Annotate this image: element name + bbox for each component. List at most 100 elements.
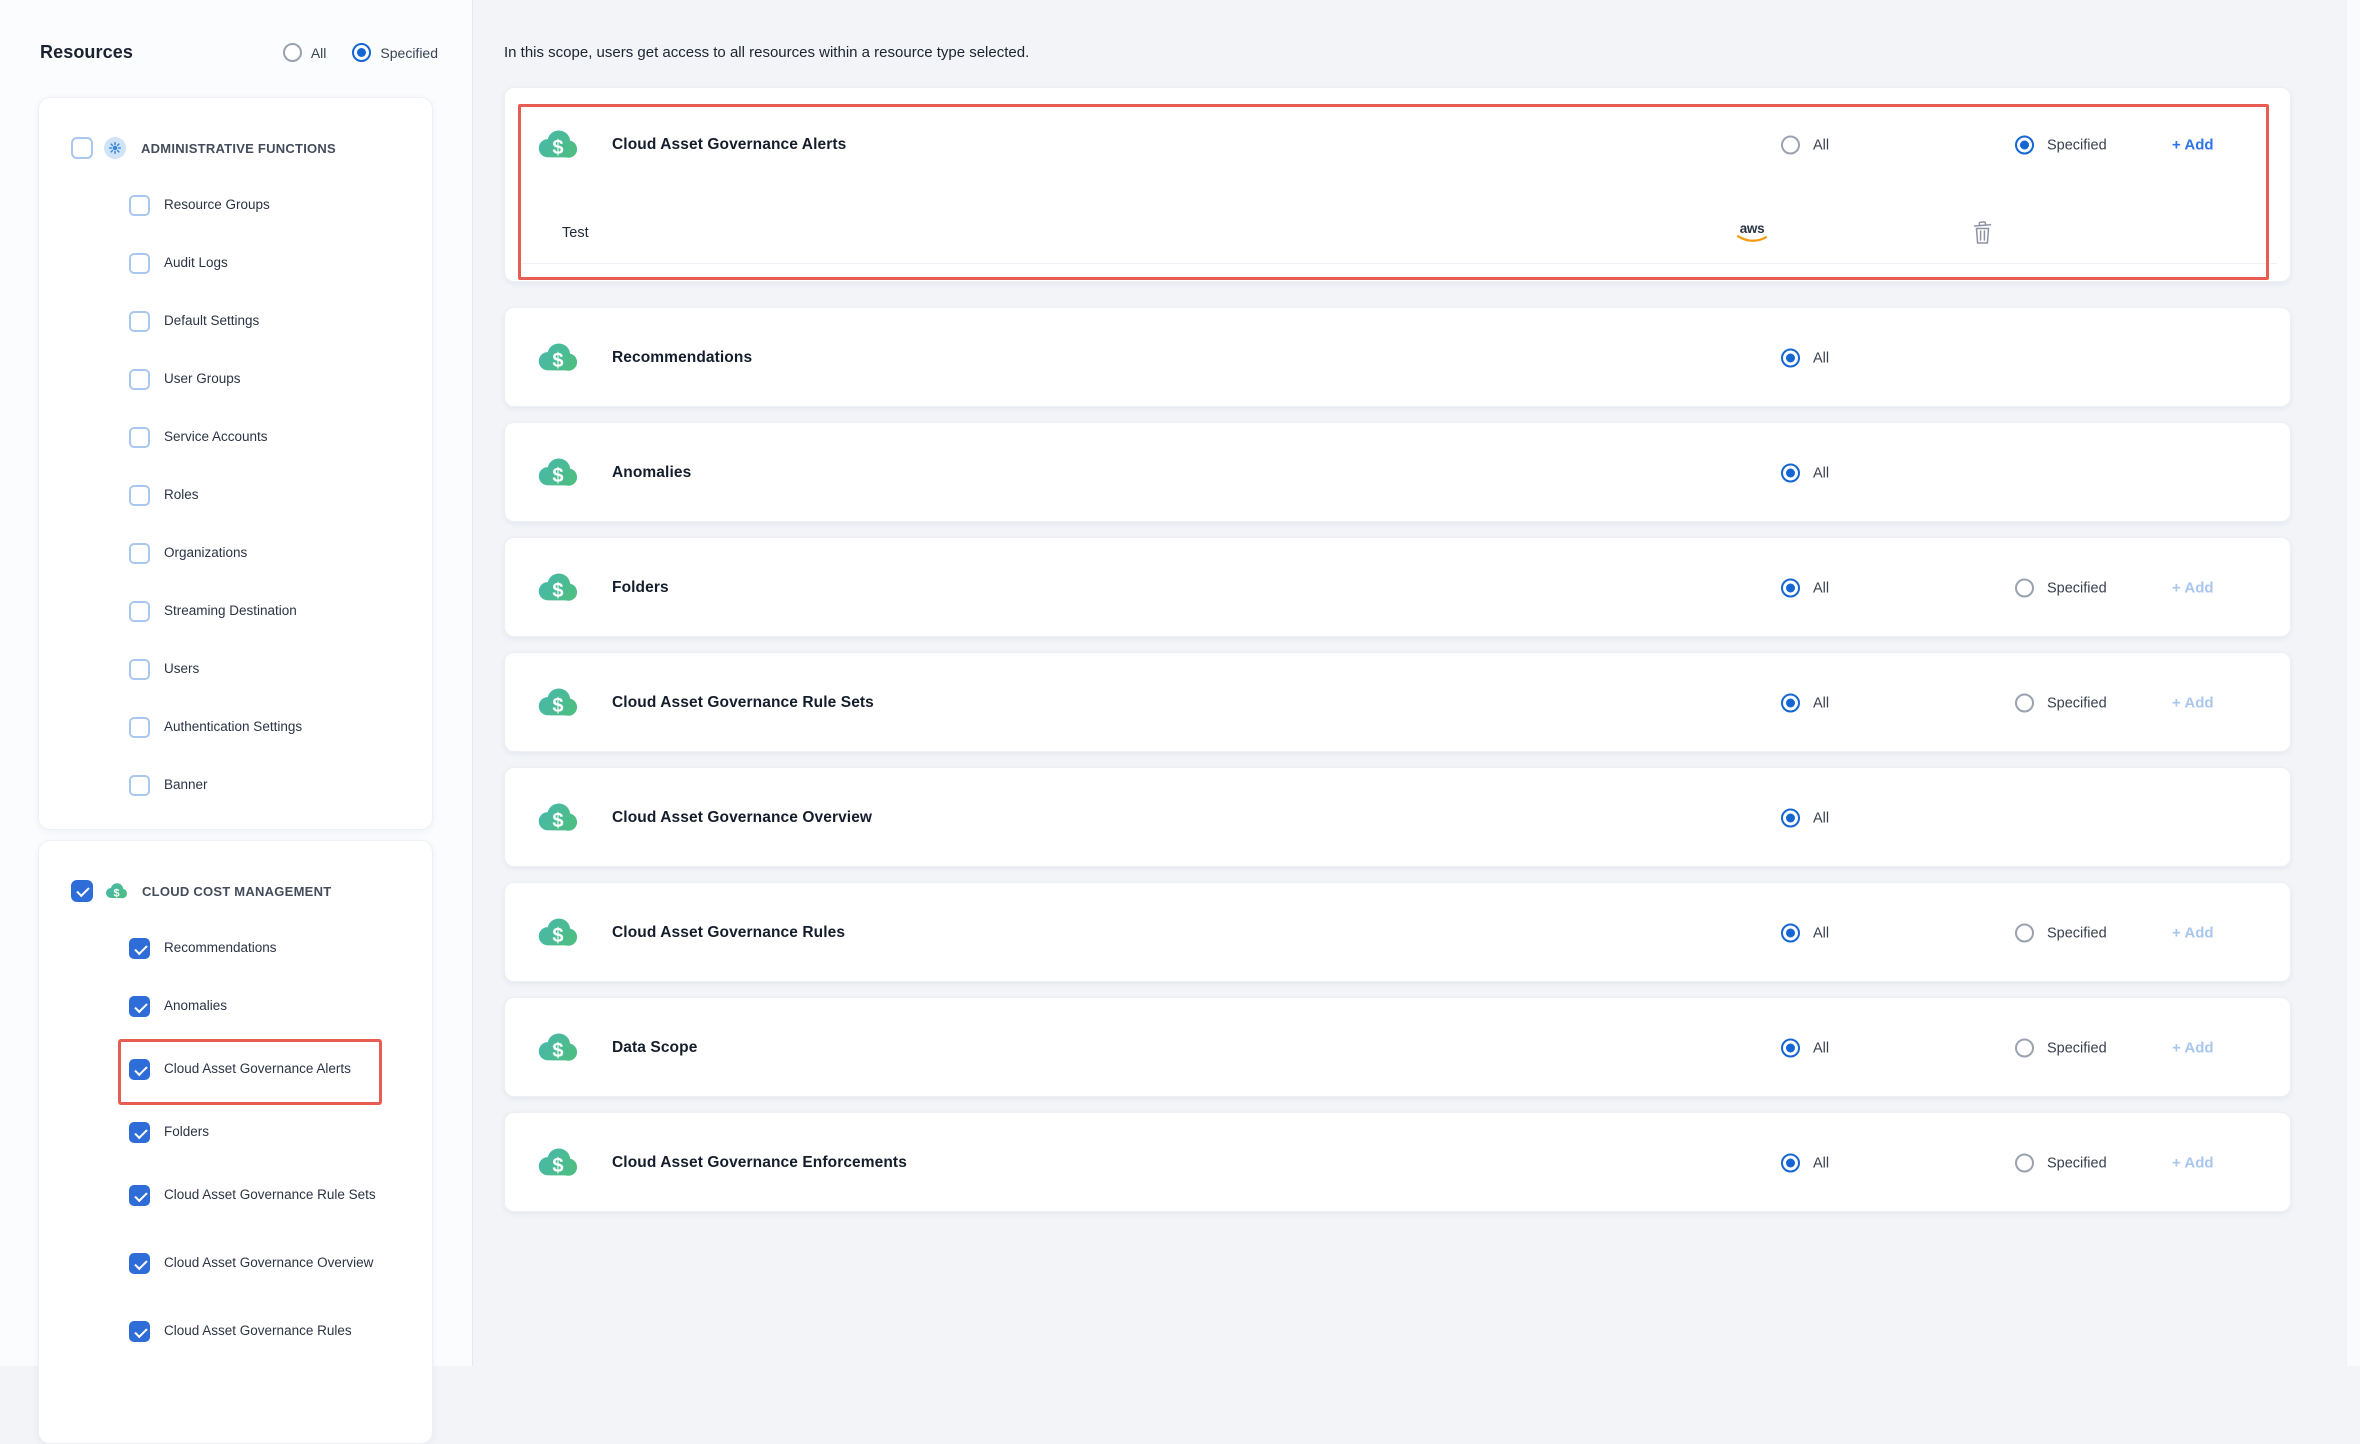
scope-option-all[interactable]: All	[1781, 136, 1829, 155]
checkbox[interactable]	[129, 1122, 150, 1143]
checkbox[interactable]	[129, 427, 150, 448]
add-button[interactable]: + Add	[2172, 925, 2214, 942]
radio-all-icon[interactable]	[1781, 924, 1800, 943]
checkbox[interactable]	[129, 601, 150, 622]
scope-option-all[interactable]: All	[1781, 694, 1829, 713]
sidebar-item-label: Roles	[164, 486, 199, 504]
sidebar-item-folders[interactable]: Folders	[39, 1103, 432, 1161]
checkbox[interactable]	[129, 775, 150, 796]
sidebar-item-anomalies[interactable]: Anomalies	[39, 977, 432, 1035]
sidebar-item-streaming-destination[interactable]: Streaming Destination	[39, 582, 432, 640]
add-button[interactable]: + Add	[2172, 137, 2214, 154]
svg-text:$: $	[552, 1040, 563, 1062]
resources-scope-all[interactable]: All	[283, 43, 327, 62]
scope-option-all[interactable]: All	[1781, 579, 1829, 598]
group-checkbox[interactable]	[71, 880, 93, 902]
resources-scope-specified[interactable]: Specified	[352, 43, 438, 62]
radio-all-icon[interactable]	[1781, 579, 1800, 598]
radio-specified-icon[interactable]	[2015, 579, 2034, 598]
sidebar-item-users[interactable]: Users	[39, 640, 432, 698]
checkbox[interactable]	[129, 717, 150, 738]
add-button[interactable]: + Add	[2172, 1040, 2214, 1057]
radio-all-icon[interactable]	[1781, 809, 1800, 828]
radio-specified-icon[interactable]	[2015, 694, 2034, 713]
scope-option-all[interactable]: All	[1781, 464, 1829, 483]
checkbox[interactable]	[129, 1059, 150, 1080]
cloud-dollar-icon: $	[535, 688, 579, 719]
sidebar-item-resource-groups[interactable]: Resource Groups	[39, 176, 432, 234]
scope-option-all[interactable]: All	[1781, 1154, 1829, 1173]
checkbox[interactable]	[129, 253, 150, 274]
sidebar-item-authentication-settings[interactable]: Authentication Settings	[39, 698, 432, 756]
sidebar-item-cloud-asset-governance-overview[interactable]: Cloud Asset Governance Overview	[39, 1229, 432, 1297]
sidebar-item-cloud-asset-governance-rule-sets[interactable]: Cloud Asset Governance Rule Sets	[39, 1161, 432, 1229]
scope-option-all[interactable]: All	[1781, 1039, 1829, 1058]
sidebar-item-service-accounts[interactable]: Service Accounts	[39, 408, 432, 466]
sidebar-item-label: Banner	[164, 776, 208, 794]
group-card-administrative-functions: ADMINISTRATIVE FUNCTIONS Resource Groups…	[38, 97, 433, 830]
radio-all-label: All	[311, 45, 327, 61]
scope-option-all[interactable]: All	[1781, 924, 1829, 943]
radio-specified-icon[interactable]	[2015, 924, 2034, 943]
sidebar-item-organizations[interactable]: Organizations	[39, 524, 432, 582]
checkbox[interactable]	[129, 1185, 150, 1206]
add-button[interactable]: + Add	[2172, 695, 2214, 712]
sidebar-item-cloud-asset-governance-alerts[interactable]: Cloud Asset Governance Alerts	[39, 1035, 432, 1103]
sidebar-item-audit-logs[interactable]: Audit Logs	[39, 234, 432, 292]
radio-specified-icon[interactable]	[2015, 1154, 2034, 1173]
radio-specified-icon[interactable]	[2015, 136, 2034, 155]
svg-text:$: $	[552, 925, 563, 947]
radio-specified-icon[interactable]	[2015, 1039, 2034, 1058]
sidebar-item-label: Audit Logs	[164, 254, 228, 272]
scope-option-all[interactable]: All	[1781, 349, 1829, 368]
resource-row-header: $ Cloud Asset Governance Alerts All Spec…	[505, 88, 2290, 202]
scope-option-specified[interactable]: Specified	[2015, 1154, 2107, 1173]
sidebar-item-label: Folders	[164, 1123, 209, 1141]
radio-specified-icon[interactable]	[352, 43, 371, 62]
group-header: $ CLOUD COST MANAGEMENT	[39, 841, 432, 905]
scope-option-specified[interactable]: Specified	[2015, 579, 2107, 598]
svg-text:$: $	[552, 137, 563, 159]
add-button[interactable]: + Add	[2172, 1155, 2214, 1172]
checkbox[interactable]	[129, 996, 150, 1017]
checkbox[interactable]	[129, 1253, 150, 1274]
sidebar-item-label: Authentication Settings	[164, 718, 302, 736]
group-items: Resource Groups Audit Logs Default Setting…	[39, 176, 432, 814]
radio-all-icon[interactable]	[1781, 136, 1800, 155]
add-button[interactable]: + Add	[2172, 580, 2214, 597]
radio-specified-label: Specified	[2047, 137, 2107, 153]
sidebar-item-cloud-asset-governance-rules[interactable]: Cloud Asset Governance Rules	[39, 1297, 432, 1365]
checkbox[interactable]	[129, 369, 150, 390]
resource-row-recommendations: $ Recommendations All	[504, 307, 2291, 407]
scope-option-specified[interactable]: Specified	[2015, 694, 2107, 713]
checkbox[interactable]	[129, 485, 150, 506]
sidebar-item-user-groups[interactable]: User Groups	[39, 350, 432, 408]
scope-instruction-text: In this scope, users get access to all r…	[504, 44, 1029, 61]
trash-icon[interactable]	[1972, 220, 1993, 245]
checkbox[interactable]	[129, 938, 150, 959]
scope-option-specified[interactable]: Specified	[2015, 136, 2107, 155]
radio-all-label: All	[1813, 695, 1829, 711]
radio-all-icon[interactable]	[283, 43, 302, 62]
scrollbar[interactable]	[2346, 0, 2360, 1366]
scope-option-specified[interactable]: Specified	[2015, 1039, 2107, 1058]
sidebar-item-banner[interactable]: Banner	[39, 756, 432, 814]
radio-all-icon[interactable]	[1781, 349, 1800, 368]
sidebar-item-roles[interactable]: Roles	[39, 466, 432, 524]
radio-all-icon[interactable]	[1781, 1154, 1800, 1173]
checkbox[interactable]	[129, 543, 150, 564]
scope-option-all[interactable]: All	[1781, 809, 1829, 828]
scope-option-specified[interactable]: Specified	[2015, 924, 2107, 943]
radio-all-icon[interactable]	[1781, 1039, 1800, 1058]
sidebar-item-recommendations[interactable]: Recommendations	[39, 919, 432, 977]
resources-sidebar: Resources All Specified ADMINISTRATIVE F…	[0, 0, 473, 1366]
sidebar-item-default-settings[interactable]: Default Settings	[39, 292, 432, 350]
checkbox[interactable]	[129, 659, 150, 680]
resource-row-label: Folders	[612, 579, 669, 597]
radio-all-icon[interactable]	[1781, 694, 1800, 713]
checkbox[interactable]	[129, 1321, 150, 1342]
radio-all-icon[interactable]	[1781, 464, 1800, 483]
checkbox[interactable]	[129, 311, 150, 332]
checkbox[interactable]	[129, 195, 150, 216]
group-checkbox[interactable]	[71, 137, 93, 159]
